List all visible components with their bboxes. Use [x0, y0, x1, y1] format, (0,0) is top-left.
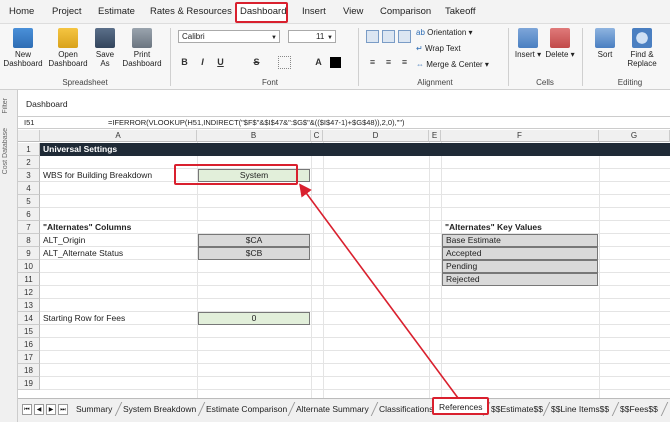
annotation-arrow: [299, 183, 459, 399]
arrow-line: [299, 183, 459, 399]
